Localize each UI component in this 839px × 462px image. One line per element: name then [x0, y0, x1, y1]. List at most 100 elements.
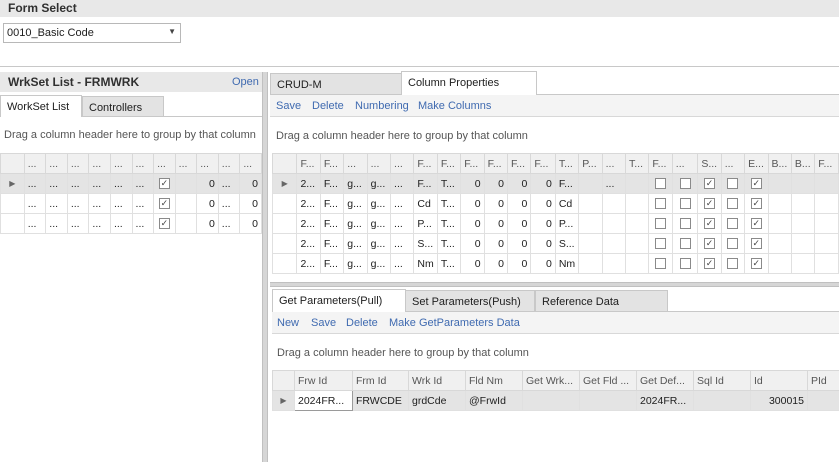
save-button[interactable]: Save	[276, 100, 301, 112]
checkbox-unchecked[interactable]	[679, 258, 691, 270]
delete-button[interactable]: Delete	[346, 317, 378, 329]
table-cell[interactable]: ...	[390, 213, 415, 234]
checkbox-cell[interactable]	[720, 253, 746, 274]
table-cell[interactable]: 0	[460, 213, 485, 234]
column-header[interactable]: F...	[530, 153, 556, 174]
table-cell[interactable]: P...	[554, 213, 580, 234]
tab-column-properties[interactable]: Column Properties	[401, 71, 537, 95]
table-cell[interactable]: ...	[390, 233, 415, 254]
checkbox-unchecked[interactable]	[727, 198, 739, 210]
checkbox-unchecked[interactable]	[655, 258, 667, 270]
column-header[interactable]: ...	[671, 153, 699, 174]
table-cell[interactable]: ...	[88, 173, 111, 194]
table-cell[interactable]: g...	[366, 233, 392, 254]
tab-get-parameters[interactable]: Get Parameters(Pull)	[272, 289, 406, 312]
table-cell[interactable]: 0	[239, 173, 262, 194]
table-cell[interactable]: ...	[45, 173, 68, 194]
checkbox-unchecked[interactable]	[679, 238, 691, 250]
table-cell[interactable]: ...	[23, 213, 47, 234]
table-row[interactable]: ▶ 2024FR... FRWCDE grdCde @FrwId 2024FR.…	[272, 390, 839, 411]
table-cell[interactable]: F...	[319, 253, 345, 274]
table-cell[interactable]	[767, 233, 792, 254]
table-cell[interactable]: 0	[460, 233, 485, 254]
table-cell[interactable]: ...	[131, 193, 155, 214]
table-cell[interactable]: g...	[343, 233, 368, 254]
table-cell[interactable]: ...	[66, 173, 90, 194]
checkbox-checked[interactable]: ✓	[158, 198, 170, 210]
checkbox-checked[interactable]: ✓	[158, 178, 170, 190]
checkbox-checked[interactable]: ✓	[750, 178, 762, 190]
checkbox-cell[interactable]: ✓	[744, 233, 769, 254]
column-header[interactable]: Get Wrk...	[522, 370, 580, 391]
table-cell[interactable]: 0	[530, 213, 556, 234]
table-cell[interactable]: P...	[413, 213, 438, 234]
checkbox-cell[interactable]	[671, 193, 699, 214]
table-cell[interactable]	[174, 173, 198, 194]
checkbox-cell[interactable]	[671, 233, 699, 254]
table-cell[interactable]	[790, 213, 816, 234]
table-cell[interactable]: ...	[131, 213, 155, 234]
table-cell[interactable]	[578, 213, 603, 234]
column-header[interactable]: F...	[814, 153, 839, 174]
table-cell[interactable]: 0	[530, 173, 556, 194]
table-cell[interactable]: 0	[460, 173, 485, 194]
checkbox-unchecked[interactable]	[679, 198, 691, 210]
checkbox-checked[interactable]: ✓	[704, 258, 716, 270]
table-cell[interactable]: 0	[506, 193, 532, 214]
checkbox-unchecked[interactable]	[655, 178, 667, 190]
column-header[interactable]: ...	[343, 153, 368, 174]
column-header[interactable]: ...	[601, 153, 627, 174]
checkbox-unchecked[interactable]	[655, 198, 667, 210]
checkbox-checked[interactable]: ✓	[704, 178, 716, 190]
table-cell[interactable]: ...	[45, 213, 68, 234]
table-cell[interactable]: 0	[196, 213, 219, 234]
table-cell[interactable]: S...	[554, 233, 580, 254]
column-header[interactable]: PId	[807, 370, 839, 391]
table-cell[interactable]: 0	[483, 193, 508, 214]
checkbox-cell[interactable]	[671, 253, 699, 274]
make-columns-button[interactable]: Make Columns	[418, 100, 491, 112]
table-row[interactable]: ▶ 2... F... g... g... ... F... T... 0 0 …	[271, 173, 839, 194]
table-cell[interactable]	[790, 193, 816, 214]
column-header[interactable]: ...	[23, 153, 47, 174]
table-cell[interactable]: ...	[88, 213, 111, 234]
column-header[interactable]: Sql Id	[693, 370, 751, 391]
checkbox-cell[interactable]: ✓	[697, 213, 722, 234]
checkbox-unchecked[interactable]	[679, 218, 691, 230]
table-cell[interactable]: F...	[319, 233, 345, 254]
table-cell[interactable]: T...	[436, 173, 462, 194]
table-cell[interactable]: ...	[88, 193, 111, 214]
table-row[interactable]: 2... F... g... g... ... Cd T... 0 0 0 0 …	[271, 193, 839, 214]
table-cell[interactable]	[579, 390, 637, 411]
checkbox-cell[interactable]: ✓	[153, 193, 176, 214]
table-cell[interactable]: Cd	[413, 193, 438, 214]
table-cell[interactable]: 0	[196, 193, 219, 214]
horizontal-splitter[interactable]	[270, 282, 839, 287]
table-cell[interactable]	[601, 233, 627, 254]
checkbox-cell[interactable]: ✓	[744, 193, 769, 214]
table-cell[interactable]	[625, 173, 650, 194]
table-cell[interactable]	[625, 233, 650, 254]
table-row[interactable]: 2... F... g... g... ... Nm T... 0 0 0 0 …	[271, 253, 839, 274]
column-header[interactable]: ...	[196, 153, 219, 174]
table-cell[interactable]: F...	[319, 193, 345, 214]
table-cell[interactable]	[814, 213, 839, 234]
table-row[interactable]: ... ... ... ... ... ... ✓ 0 ... 0	[0, 193, 262, 214]
checkbox-checked[interactable]: ✓	[750, 238, 762, 250]
tab-reference-data[interactable]: Reference Data	[535, 290, 668, 312]
table-cell[interactable]: 2...	[296, 253, 321, 274]
tab-controllers[interactable]: Controllers	[82, 96, 164, 117]
table-cell[interactable]	[522, 390, 580, 411]
table-cell[interactable]	[693, 390, 751, 411]
checkbox-cell[interactable]	[648, 233, 673, 254]
table-cell[interactable]: Cd	[554, 193, 580, 214]
table-cell[interactable]	[578, 173, 603, 194]
column-header[interactable]: T...	[554, 153, 580, 174]
table-cell[interactable]	[814, 233, 839, 254]
table-cell[interactable]: ...	[66, 213, 90, 234]
table-cell[interactable]	[578, 253, 603, 274]
column-header[interactable]: Frw Id	[294, 370, 353, 391]
table-cell[interactable]: ...	[109, 193, 133, 214]
column-header[interactable]: B...	[767, 153, 792, 174]
column-header[interactable]: F...	[436, 153, 462, 174]
